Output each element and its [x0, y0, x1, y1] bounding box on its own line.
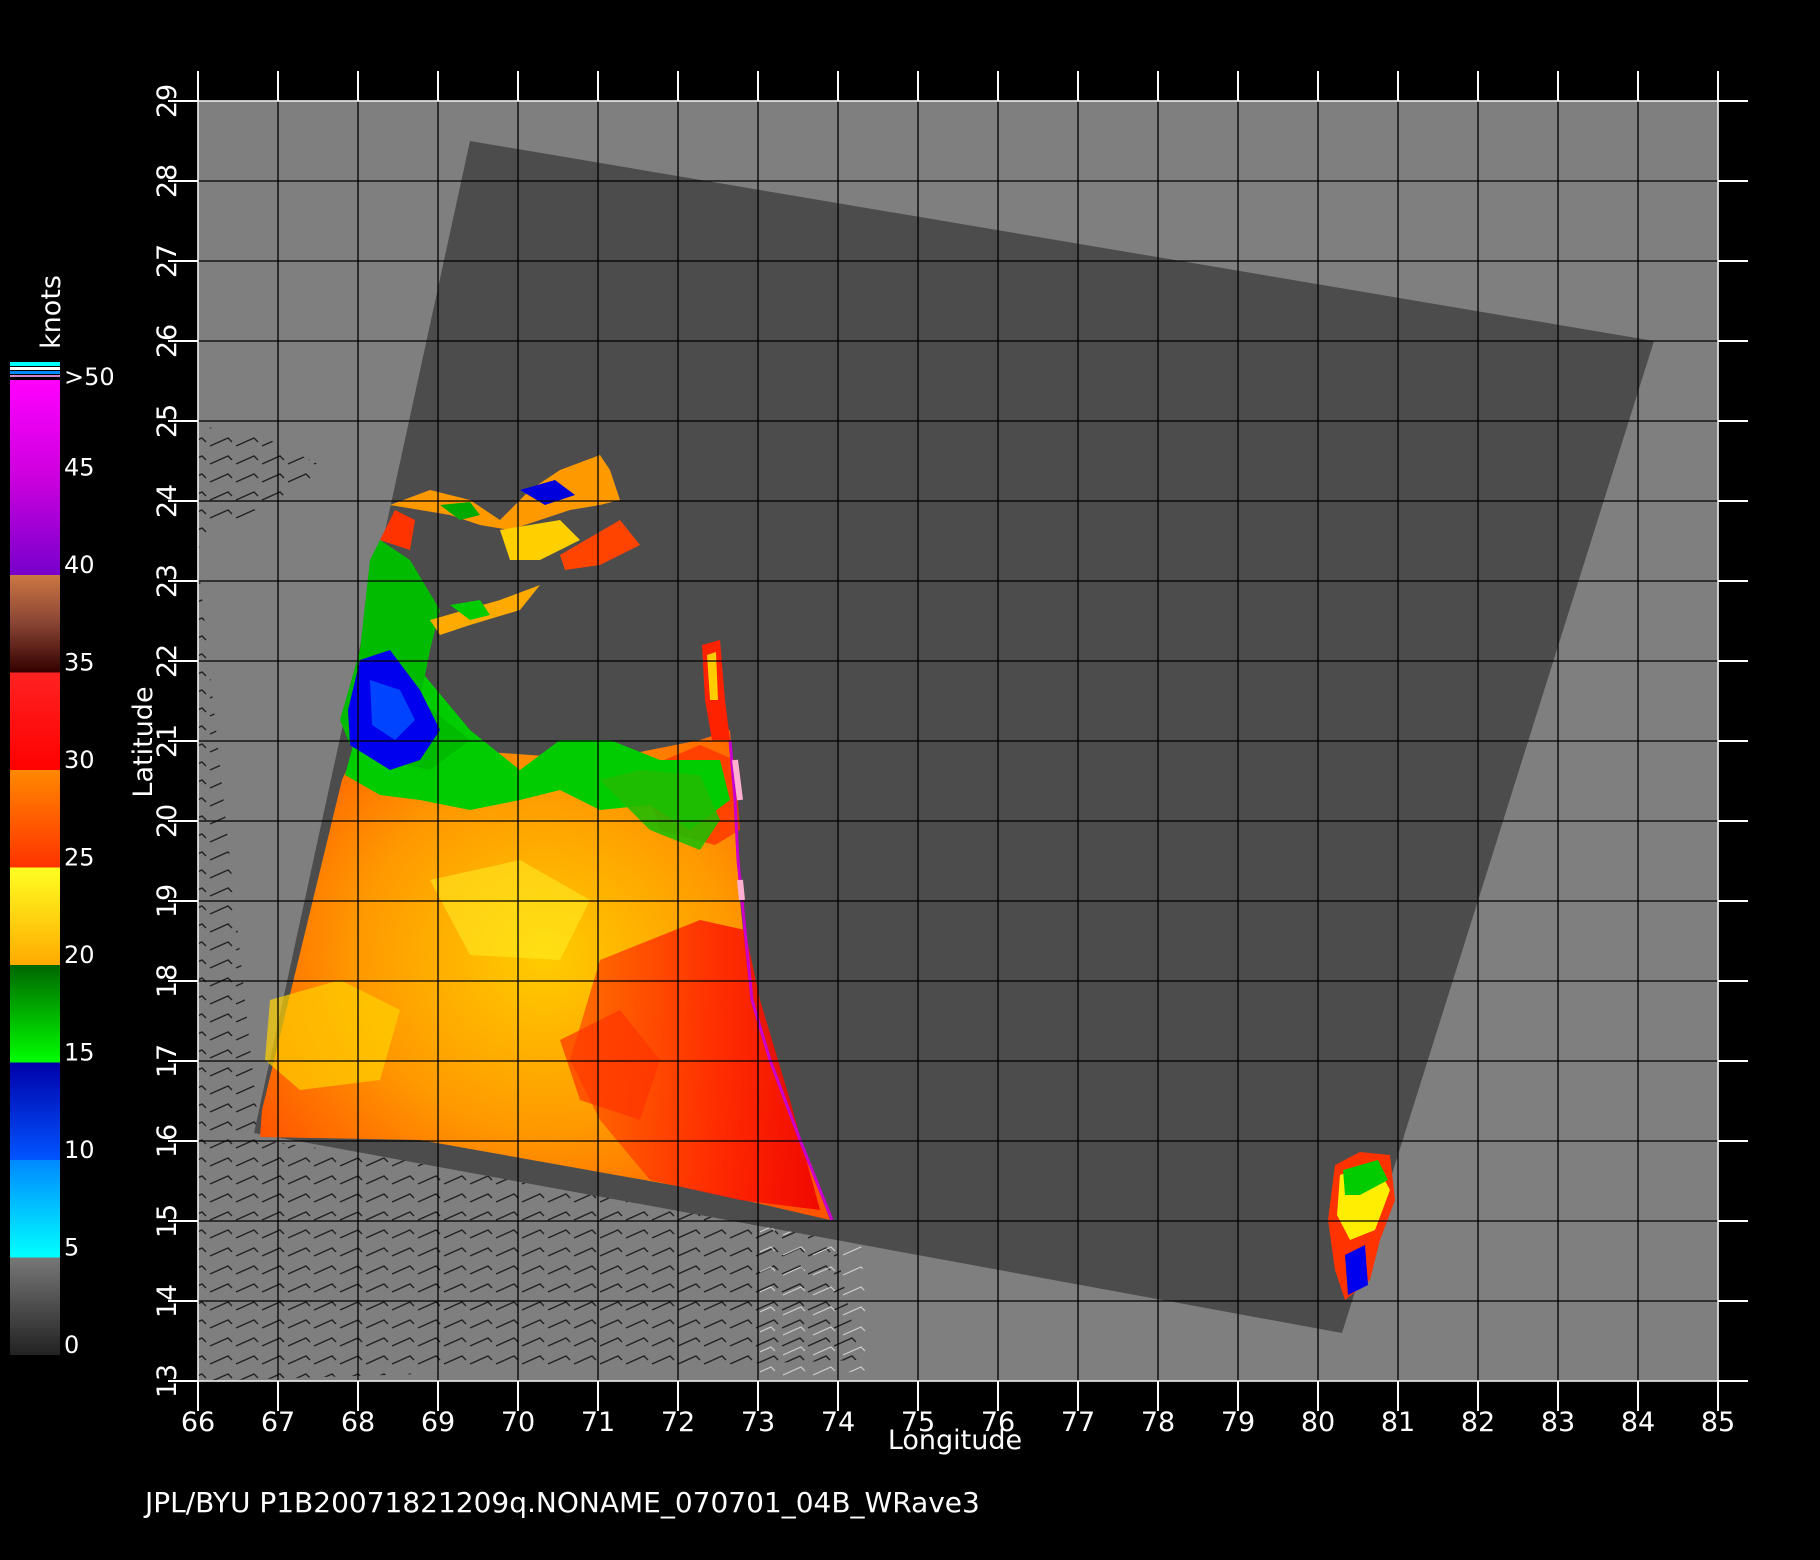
lat-tick-label: 23: [152, 564, 183, 598]
y-axis-title: Latitude: [128, 686, 159, 797]
lon-tick-label: 73: [741, 1407, 775, 1438]
lon-tick-label: 77: [1061, 1407, 1095, 1438]
colorbar-band: [10, 380, 60, 575]
lat-tick-label: 22: [152, 644, 183, 678]
colorbar-tick-label: 0: [64, 1331, 79, 1359]
lon-tick-label: 71: [581, 1407, 615, 1438]
colorbar-band: [10, 867, 60, 965]
lon-tick-label: 70: [501, 1407, 535, 1438]
lat-tick-label: 14: [152, 1284, 183, 1318]
colorbar-band: [10, 1160, 60, 1258]
colorbar-band: [10, 965, 60, 1063]
lon-tick-label: 69: [421, 1407, 455, 1438]
colorbar-band: [10, 1257, 60, 1355]
lat-tick-label: 24: [152, 484, 183, 518]
lat-tick-label: 29: [152, 84, 183, 118]
colorbar-tick-label: >50: [64, 363, 115, 391]
colorbar-tick-label: 5: [64, 1234, 79, 1262]
lat-tick-label: 19: [152, 884, 183, 918]
lon-tick-label: 66: [181, 1407, 215, 1438]
lon-tick-label: 72: [661, 1407, 695, 1438]
footer-caption: JPL/BYU P1B20071821209q.NONAME_070701_04…: [143, 1486, 980, 1519]
colorbar-unit-label: knots: [36, 275, 67, 349]
lat-tick-label: 17: [152, 1044, 183, 1078]
colorbar-tick-label: 40: [64, 551, 95, 579]
lon-tick-label: 79: [1221, 1407, 1255, 1438]
lon-tick-label: 80: [1301, 1407, 1335, 1438]
lat-tick-label: 18: [152, 964, 183, 998]
lon-tick-label: 82: [1461, 1407, 1495, 1438]
lon-tick-label: 81: [1381, 1407, 1415, 1438]
colorbar-band: [10, 672, 60, 770]
colorbar-band: [10, 575, 60, 673]
colorbar-tick-label: 45: [64, 454, 95, 482]
colorbar-band: [10, 770, 60, 868]
colorbar-tick-label: 25: [64, 844, 95, 872]
colorbar-tick-label: 10: [64, 1136, 95, 1164]
lat-tick-label: 16: [152, 1124, 183, 1158]
lon-tick-label: 78: [1141, 1407, 1175, 1438]
lon-tick-label: 67: [261, 1407, 295, 1438]
lon-tick-label: 84: [1621, 1407, 1655, 1438]
lat-tick-label: 25: [152, 404, 183, 438]
lat-tick-label: 26: [152, 324, 183, 358]
lat-tick-label: 27: [152, 244, 183, 278]
lat-tick-label: 20: [152, 804, 183, 838]
lon-tick-label: 68: [341, 1407, 375, 1438]
colorbar: knots >50 45 40 35 30 25 20 15 10 5 0: [10, 275, 115, 1359]
lon-tick-label: 83: [1541, 1407, 1575, 1438]
colorbar-tick-label: 15: [64, 1039, 95, 1067]
lat-tick-label: 28: [152, 164, 183, 198]
colorbar-tick-label: 30: [64, 746, 95, 774]
lat-tick-label: 15: [152, 1204, 183, 1238]
x-axis-title: Longitude: [888, 1425, 1022, 1456]
lat-tick-label: 13: [152, 1364, 183, 1398]
colorbar-band: [10, 1062, 60, 1160]
colorbar-tick-label: 20: [64, 941, 95, 969]
colorbar-tick-label: 35: [64, 649, 95, 677]
lon-tick-label: 85: [1701, 1407, 1735, 1438]
lon-tick-label: 74: [821, 1407, 855, 1438]
wind-map-figure: 66 67 68 69 70 71 72 73 74 75 76 77 78 79 80 81 82 83 84 85…: [10, 71, 1748, 1519]
